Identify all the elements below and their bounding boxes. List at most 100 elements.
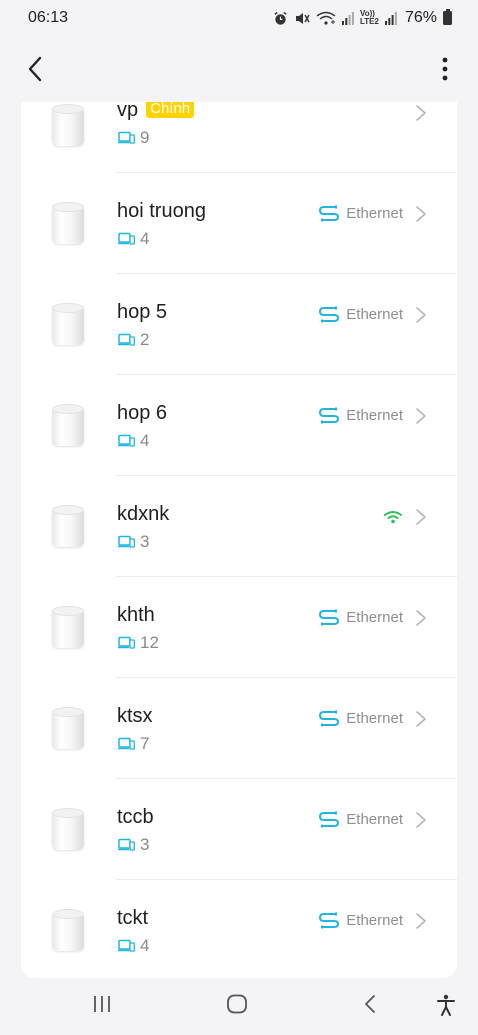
back-button[interactable]	[20, 49, 50, 89]
connection-label: Ethernet	[346, 911, 403, 929]
row-divider	[116, 475, 457, 476]
node-list: vp Chính 9 hoi truong 4 Ethernet hop 5 2	[21, 102, 457, 978]
client-info: 2	[118, 330, 149, 350]
recents-button[interactable]	[93, 994, 111, 1019]
node-name: hoi truong	[117, 200, 206, 222]
deco-device-image	[52, 909, 84, 951]
connection-info: Ethernet	[318, 608, 403, 626]
client-info: 4	[118, 936, 149, 956]
client-count: 4	[140, 936, 150, 955]
client-count: 12	[140, 633, 159, 652]
list-item-tckt[interactable]: tckt 4 Ethernet	[21, 879, 457, 978]
wifi-icon	[384, 511, 402, 524]
accessibility-button[interactable]	[436, 994, 456, 1021]
list-item-hop-6[interactable]: hop 6 4 Ethernet	[21, 374, 457, 475]
row-divider	[116, 677, 457, 678]
home-icon	[227, 994, 247, 1014]
ethernet-icon	[319, 205, 340, 222]
connection-label: Ethernet	[346, 709, 403, 727]
node-name: tccb	[117, 806, 154, 828]
deco-device-image	[52, 303, 84, 345]
network-type-label: Vo)) LTE2	[360, 10, 379, 26]
devices-icon	[118, 333, 135, 346]
signal-icon	[384, 12, 397, 25]
connection-label: Ethernet	[346, 406, 403, 424]
row-divider	[116, 778, 457, 779]
client-count: 3	[140, 835, 150, 854]
connection-label: Ethernet	[346, 810, 403, 828]
chevron-right-icon	[416, 105, 426, 121]
connection-info: Ethernet	[318, 709, 403, 727]
node-name: khth	[117, 604, 155, 626]
client-info: 12	[118, 633, 159, 653]
battery-icon	[443, 9, 452, 25]
recents-icon	[94, 996, 110, 1012]
system-nav-bar	[0, 978, 478, 1035]
top-app-bar	[0, 36, 478, 102]
alarm-icon	[274, 11, 287, 25]
client-count: 4	[140, 431, 150, 450]
row-divider	[116, 273, 457, 274]
back-icon	[365, 995, 375, 1013]
node-name: hop 6	[117, 402, 168, 424]
connection-info: Ethernet	[318, 810, 403, 828]
row-divider	[116, 172, 457, 173]
chevron-right-icon	[416, 307, 426, 323]
node-name: tckt	[117, 907, 149, 929]
system-back-button[interactable]	[363, 994, 377, 1019]
deco-device-image	[52, 104, 84, 146]
node-name: hop 5	[117, 301, 168, 323]
chevron-left-icon	[28, 56, 42, 82]
more-vertical-icon	[442, 57, 448, 81]
devices-icon	[118, 232, 135, 245]
deco-device-image	[52, 202, 84, 244]
mute-icon	[296, 12, 310, 24]
home-button[interactable]	[226, 994, 248, 1019]
client-info: 4	[118, 229, 149, 249]
client-count: 2	[140, 330, 150, 349]
deco-device-image	[52, 808, 84, 850]
connection-label: Ethernet	[346, 608, 403, 626]
battery-percent: 76%	[404, 9, 437, 26]
list-item-kdxnk[interactable]: kdxnk 3	[21, 475, 457, 576]
devices-icon	[118, 636, 135, 649]
client-count: 4	[140, 229, 150, 248]
devices-icon	[118, 535, 135, 548]
list-item-khth[interactable]: khth 12 Ethernet	[21, 576, 457, 677]
devices-icon	[118, 131, 135, 144]
node-name-text: vp	[117, 102, 139, 121]
connection-info: Ethernet	[318, 911, 403, 929]
list-item-vp[interactable]: vp Chính 9	[21, 102, 457, 172]
deco-device-image	[52, 606, 84, 648]
client-info: 4	[118, 431, 149, 451]
chevron-right-icon	[416, 408, 426, 424]
client-count: 7	[140, 734, 150, 753]
list-item-tccb[interactable]: tccb 3 Ethernet	[21, 778, 457, 879]
wifi-call-icon	[316, 11, 336, 25]
chevron-right-icon	[416, 206, 426, 222]
list-item-ktsx[interactable]: ktsx 7 Ethernet	[21, 677, 457, 778]
list-item-hop-5[interactable]: hop 5 2 Ethernet	[21, 273, 457, 374]
deco-device-image	[52, 707, 84, 749]
client-info: 9	[118, 128, 149, 148]
deco-device-image	[52, 404, 84, 446]
client-info: 3	[118, 835, 149, 855]
status-icons: Vo)) LTE2 76%	[273, 9, 452, 27]
node-name: vp Chính	[117, 102, 195, 122]
node-name: kdxnk	[117, 503, 170, 525]
list-item-hoi-truong[interactable]: hoi truong 4 Ethernet	[21, 172, 457, 273]
devices-icon	[118, 838, 135, 851]
devices-icon	[118, 434, 135, 447]
connection-label: Ethernet	[346, 204, 403, 222]
more-options-button[interactable]	[430, 49, 460, 89]
ethernet-icon	[319, 811, 340, 828]
network-label-bottom: LTE2	[360, 17, 379, 26]
chevron-right-icon	[416, 509, 426, 525]
chevron-right-icon	[416, 913, 426, 929]
signal-icon	[342, 12, 354, 25]
client-count: 9	[140, 128, 150, 147]
ethernet-icon	[319, 609, 340, 626]
connection-info: Ethernet	[318, 406, 403, 424]
chevron-right-icon	[416, 610, 426, 626]
node-name: ktsx	[117, 705, 153, 727]
